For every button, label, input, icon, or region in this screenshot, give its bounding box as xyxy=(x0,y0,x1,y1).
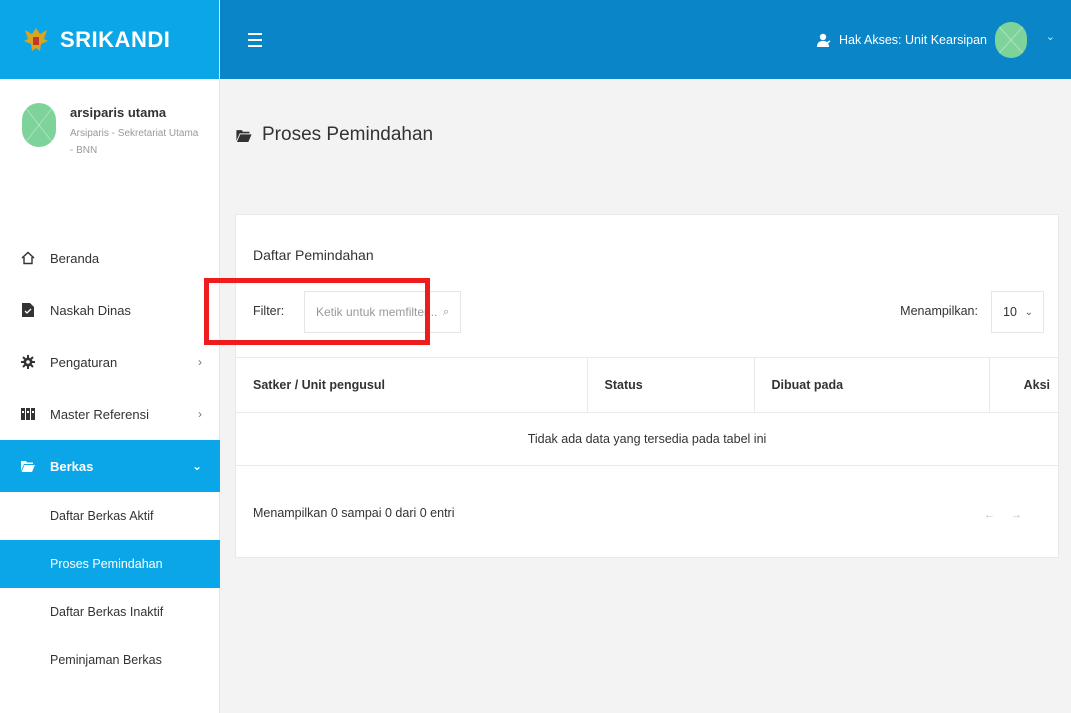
pagination: ←→ xyxy=(984,509,1038,521)
table-info: Menampilkan 0 sampai 0 dari 0 entri xyxy=(253,506,455,520)
sidebar-item-label: Beranda xyxy=(50,250,100,266)
folder-open-icon xyxy=(20,458,36,474)
sidebar-subitem-daftar-berkas-aktif[interactable]: Daftar Berkas Aktif xyxy=(0,492,220,540)
avatar xyxy=(22,103,56,147)
garuda-logo-icon xyxy=(22,25,50,55)
brand[interactable]: SRIKANDI xyxy=(0,0,219,79)
user-icon xyxy=(817,33,831,47)
column-header-status[interactable]: Status xyxy=(586,357,754,413)
column-header-satker[interactable]: Satker / Unit pengusul xyxy=(236,357,587,413)
chevron-right-icon: › xyxy=(198,407,202,421)
page-title-text: Proses Pemindahan xyxy=(262,124,434,145)
document-icon xyxy=(20,302,36,318)
menu-toggle-icon[interactable] xyxy=(248,32,262,47)
chevron-right-icon: › xyxy=(198,355,202,369)
sidebar-item-label: Berkas xyxy=(50,458,94,474)
page-title: Proses Pemindahan xyxy=(236,124,433,146)
search-icon: ⌕ xyxy=(443,306,450,318)
sidebar-nav: Beranda Naskah Dinas Pengaturan › Master… xyxy=(0,232,220,684)
avatar[interactable] xyxy=(995,22,1027,58)
binders-icon xyxy=(20,406,36,422)
sidebar-subitem-daftar-berkas-inaktif[interactable]: Daftar Berkas Inaktif xyxy=(0,588,220,636)
sidebar-item-naskah-dinas[interactable]: Naskah Dinas xyxy=(0,284,220,336)
home-icon xyxy=(20,250,36,266)
chevron-down-icon[interactable]: ⌄ xyxy=(1046,30,1055,43)
column-header-aksi: Aksi xyxy=(988,357,1058,413)
profile-name: arsiparis utama xyxy=(70,105,167,120)
sidebar-item-label: Master Referensi xyxy=(50,406,149,422)
user-profile: arsiparis utama Arsiparis - Sekretariat … xyxy=(0,79,219,197)
sidebar-item-beranda[interactable]: Beranda xyxy=(0,232,220,284)
profile-role: Arsiparis - Sekretariat Utama - BNN xyxy=(70,128,199,156)
sidebar-item-berkas[interactable]: Berkas ⌄ xyxy=(0,440,220,492)
column-header-dibuat-pada[interactable]: Dibuat pada xyxy=(753,357,989,413)
arrow-left-icon[interactable]: ← xyxy=(984,509,1011,521)
access-label: Hak Akses: Unit Kearsipan xyxy=(839,32,987,47)
page-size-select[interactable]: 10 ⌄ xyxy=(991,291,1044,333)
pemindahan-table: Satker / Unit pengusul Status Dibuat pad… xyxy=(236,357,1058,466)
page-size-value: 10 xyxy=(1003,305,1017,319)
sidebar-item-label: Naskah Dinas xyxy=(50,302,131,318)
sidebar-subitem-peminjaman-berkas[interactable]: Peminjaman Berkas xyxy=(0,636,220,684)
daftar-pemindahan-card: Daftar Pemindahan Filter: ⌕ Menampilkan:… xyxy=(235,214,1059,558)
gear-icon xyxy=(20,354,36,370)
empty-table-message: Tidak ada data yang tersedia pada tabel … xyxy=(236,412,1058,466)
access-menu[interactable]: Hak Akses: Unit Kearsipan xyxy=(817,0,987,79)
table-header-row: Satker / Unit pengusul Status Dibuat pad… xyxy=(236,357,1058,413)
table-row: Tidak ada data yang tersedia pada tabel … xyxy=(236,412,1058,466)
brand-name: SRIKANDI xyxy=(60,26,171,52)
card-title: Daftar Pemindahan xyxy=(253,247,374,263)
chevron-down-icon: ⌄ xyxy=(191,459,202,473)
sidebar-item-master-referensi[interactable]: Master Referensi › xyxy=(0,388,220,440)
sidebar-subitem-proses-pemindahan[interactable]: Proses Pemindahan xyxy=(0,540,220,588)
sidebar-item-label: Pengaturan xyxy=(50,354,118,370)
sidebar-item-pengaturan[interactable]: Pengaturan › xyxy=(0,336,220,388)
folder-open-icon xyxy=(236,129,252,142)
chevron-down-icon: ⌄ xyxy=(1024,306,1033,318)
highlight-box xyxy=(204,278,430,345)
sidebar: SRIKANDI arsiparis utama Arsiparis - Sek… xyxy=(0,0,220,713)
arrow-right-icon[interactable]: → xyxy=(1011,509,1038,521)
topbar: Hak Akses: Unit Kearsipan ⌄ xyxy=(220,0,1071,79)
page-size-label: Menampilkan: xyxy=(900,304,978,318)
